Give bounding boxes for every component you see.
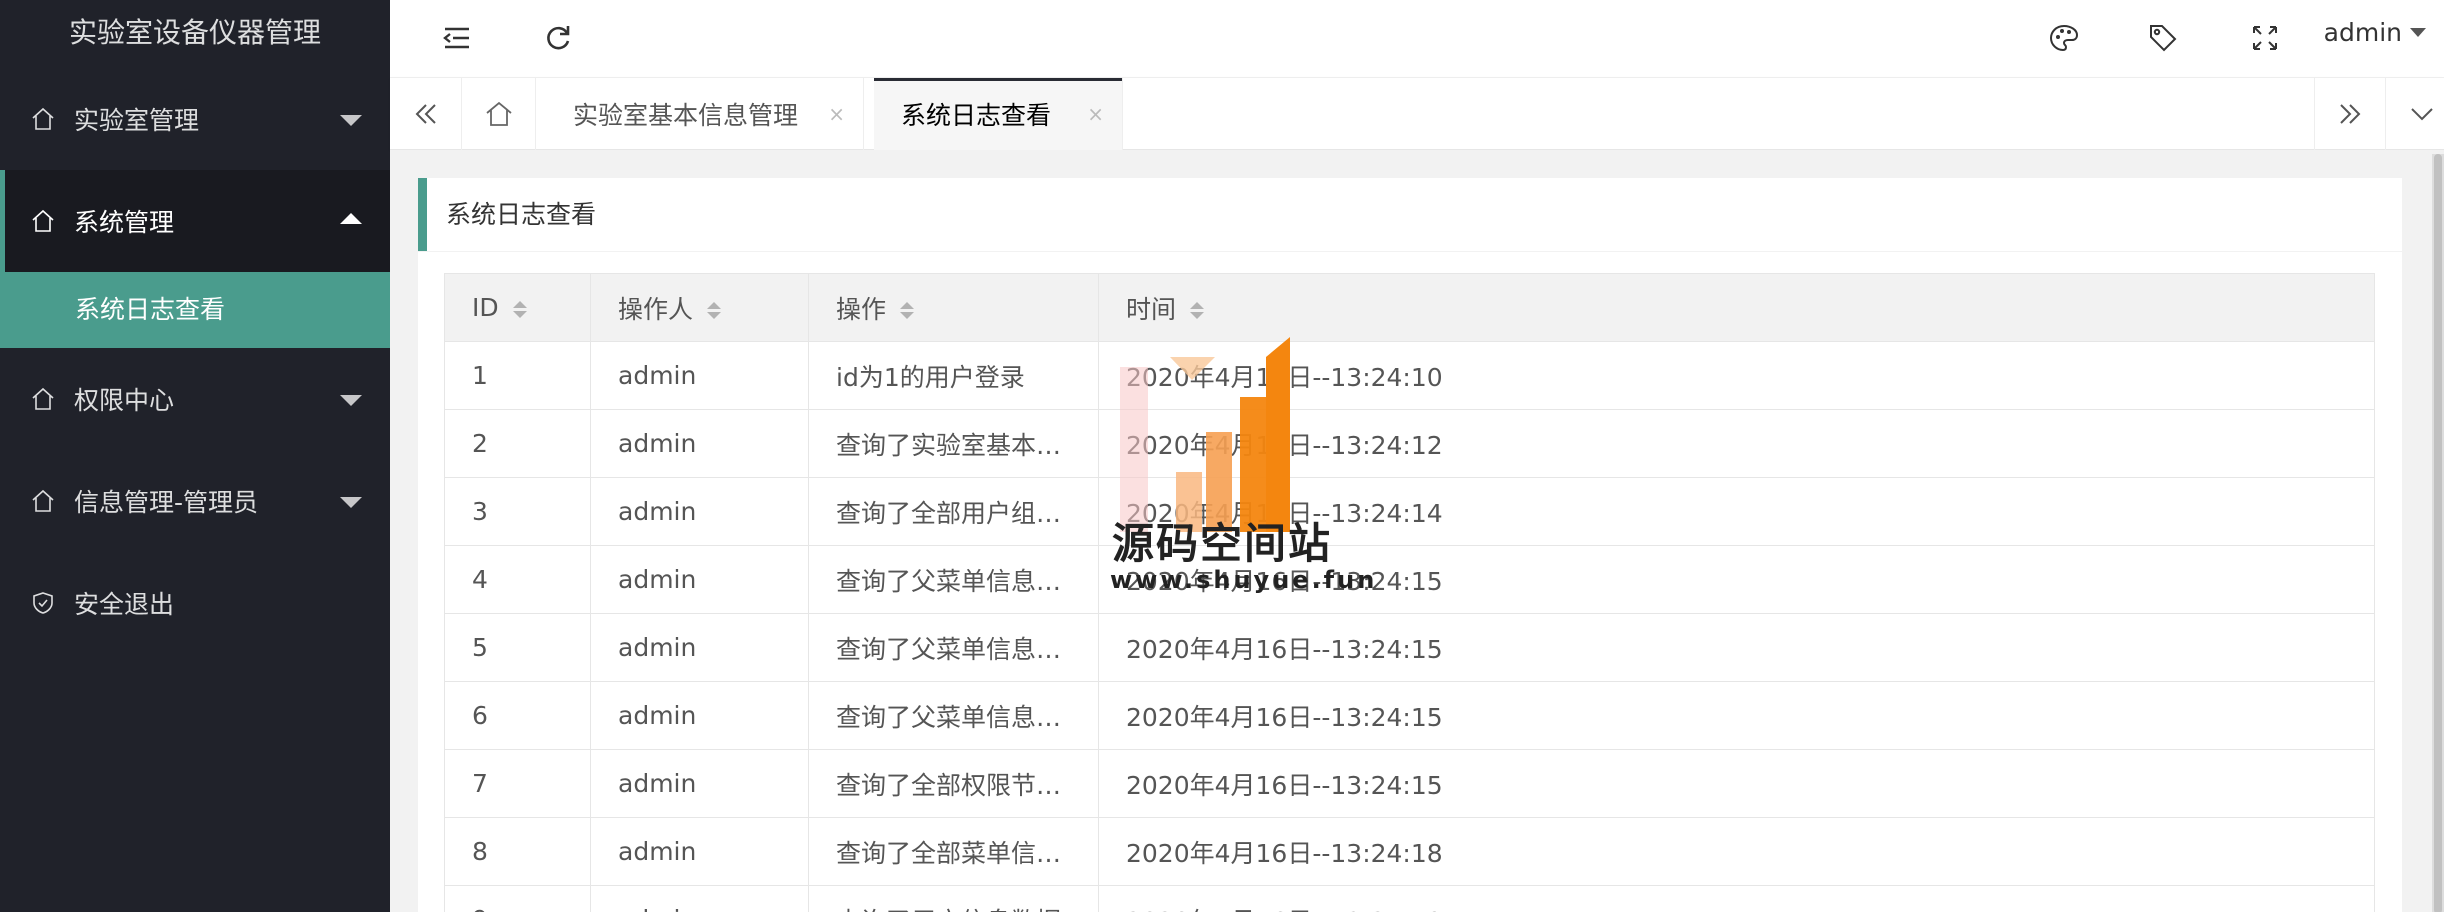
card-title: 系统日志查看 bbox=[418, 178, 2402, 252]
menu-fold-icon[interactable] bbox=[437, 18, 477, 58]
tag-icon[interactable] bbox=[2143, 18, 2183, 58]
column-header-id[interactable]: ID bbox=[444, 273, 591, 342]
table-row[interactable]: 1adminid为1的用户登录2020年4月16日--13:24:10 bbox=[444, 341, 2375, 410]
table-cell: id为1的用户登录 bbox=[808, 341, 1099, 410]
app-title: 实验室设备仪器管理 bbox=[68, 16, 321, 49]
main-content: 系统日志查看 ID 操作人 操作 时间 1adminid为1的用户登录2020年… bbox=[390, 150, 2444, 912]
table-row[interactable]: 7 admin 查询了全部权限节… 2020年4月16日--13:24:15 bbox=[444, 749, 2375, 818]
refresh-icon[interactable] bbox=[538, 18, 578, 58]
table-cell: admin bbox=[590, 409, 809, 478]
table-cell: 5 bbox=[444, 613, 591, 682]
table-cell: 7 bbox=[444, 749, 591, 818]
log-table: ID 操作人 操作 时间 1adminid为1的用户登录2020年4月16日--… bbox=[444, 273, 2375, 912]
tab-lab-info[interactable]: 实验室基本信息管理 × bbox=[546, 78, 864, 150]
table-cell: admin bbox=[590, 885, 809, 912]
sidebar-item-label: 权限中心 bbox=[74, 386, 175, 415]
table-cell: 2020年4月16日--13:24:15 bbox=[1098, 681, 2375, 750]
top-header: admin bbox=[390, 0, 2444, 78]
table-row[interactable]: 5 admin 查询了父菜单信息… 2020年4月16日--13:24:15 bbox=[444, 613, 2375, 682]
table-cell: admin bbox=[590, 341, 809, 410]
chevron-down-icon bbox=[340, 115, 362, 126]
table-cell: 查询了用户信息数据 bbox=[808, 885, 1099, 912]
table-row[interactable]: 4 admin 查询了父菜单信息… 2020年4月16日--13:24:15 bbox=[444, 545, 2375, 614]
table-cell: admin bbox=[590, 477, 809, 546]
table-cell: 查询了父菜单信息… bbox=[808, 545, 1099, 614]
table-cell: 9 bbox=[444, 885, 591, 912]
table-cell: 查询了实验室基本… bbox=[808, 409, 1099, 478]
table-cell: 1 bbox=[444, 341, 591, 410]
table-cell: 8 bbox=[444, 817, 591, 886]
table-cell: admin bbox=[590, 817, 809, 886]
table-cell: admin bbox=[590, 681, 809, 750]
tabs-scroll-left-icon[interactable] bbox=[390, 78, 462, 150]
table-cell: admin bbox=[590, 545, 809, 614]
user-menu[interactable]: admin bbox=[2324, 18, 2426, 47]
username: admin bbox=[2323, 18, 2402, 47]
table-row[interactable]: 9admin查询了用户信息数据2020年4月16日--13:24:19 bbox=[444, 885, 2375, 912]
table-cell: admin bbox=[590, 613, 809, 682]
tab-label: 实验室基本信息管理 bbox=[573, 101, 799, 130]
sidebar-item-system-management[interactable]: 系统管理 bbox=[0, 170, 390, 272]
vertical-scrollbar[interactable] bbox=[2432, 154, 2444, 912]
table-cell: 2020年4月16日--13:24:15 bbox=[1098, 749, 2375, 818]
close-icon[interactable]: × bbox=[1087, 102, 1104, 126]
table-cell: 2020年4月16日--13:24:15 bbox=[1098, 613, 2375, 682]
sidebar-subitem-system-log[interactable]: 系统日志查看 bbox=[0, 272, 390, 348]
table-cell: 2020年4月16日--13:24:18 bbox=[1098, 817, 2375, 886]
tab-system-log[interactable]: 系统日志查看 × bbox=[874, 78, 1123, 150]
tabs-dropdown-icon[interactable] bbox=[2386, 78, 2444, 150]
home-tab-icon[interactable] bbox=[462, 78, 536, 150]
close-icon[interactable]: × bbox=[828, 102, 845, 126]
theme-palette-icon[interactable] bbox=[2044, 18, 2084, 58]
home-icon bbox=[30, 106, 56, 132]
table-row[interactable]: 8 admin 查询了全部菜单信… 2020年4月16日--13:24:18 bbox=[444, 817, 2375, 886]
home-icon bbox=[30, 208, 56, 234]
table-row[interactable]: 2admin查询了实验室基本…2020年4月16日--13:24:12 bbox=[444, 409, 2375, 478]
table-row[interactable]: 6 admin 查询了父菜单信息… 2020年4月16日--13:24:15 bbox=[444, 681, 2375, 750]
sidebar: 实验室设备仪器管理 实验室管理 系统管理 系统日志查看 权限中心 信息管理-管理… bbox=[0, 0, 390, 912]
sidebar-item-permission-center[interactable]: 权限中心 bbox=[0, 348, 390, 450]
table-header-row: ID 操作人 操作 时间 bbox=[444, 273, 2375, 342]
sort-icon[interactable] bbox=[900, 302, 915, 319]
table-cell: 查询了父菜单信息… bbox=[808, 613, 1099, 682]
chevron-down-icon bbox=[340, 395, 362, 406]
sidebar-item-logout[interactable]: 安全退出 bbox=[0, 552, 390, 654]
table-cell: 3 bbox=[444, 477, 591, 546]
column-header-action[interactable]: 操作 bbox=[808, 273, 1099, 342]
sidebar-item-label: 安全退出 bbox=[74, 590, 175, 619]
table-cell: 2020年4月16日--13:24:19 bbox=[1098, 885, 2375, 912]
watermark-url: www.shuyue.fun bbox=[1110, 566, 1378, 594]
table-row[interactable]: 3admin查询了全部用户组…2020年4月16日--13:24:14 bbox=[444, 477, 2375, 546]
home-icon bbox=[30, 488, 56, 514]
tab-bar: 实验室基本信息管理 × 系统日志查看 × bbox=[390, 78, 2444, 150]
table-cell: admin bbox=[590, 749, 809, 818]
caret-down-icon bbox=[2410, 28, 2426, 37]
table-cell: 查询了全部用户组… bbox=[808, 477, 1099, 546]
log-card: 系统日志查看 ID 操作人 操作 时间 1adminid为1的用户登录2020年… bbox=[418, 178, 2402, 912]
sidebar-submenu: 系统日志查看 bbox=[0, 272, 390, 348]
table-cell: 查询了全部菜单信… bbox=[808, 817, 1099, 886]
fullscreen-icon[interactable] bbox=[2245, 18, 2285, 58]
chevron-up-icon bbox=[340, 213, 362, 224]
home-icon bbox=[30, 386, 56, 412]
sidebar-item-lab-management[interactable]: 实验室管理 bbox=[0, 68, 390, 170]
sidebar-item-label: 实验室管理 bbox=[74, 106, 200, 135]
shield-icon bbox=[30, 590, 56, 616]
sidebar-item-info-admin[interactable]: 信息管理-管理员 bbox=[0, 450, 390, 552]
sidebar-item-label: 信息管理-管理员 bbox=[74, 488, 259, 517]
watermark-text: 源码空间站 bbox=[1112, 519, 1333, 568]
table-cell: 2 bbox=[444, 409, 591, 478]
sort-icon[interactable] bbox=[512, 300, 527, 318]
tabs-scroll-right-icon[interactable] bbox=[2314, 78, 2386, 150]
chevron-down-icon bbox=[340, 497, 362, 508]
table-cell: 查询了全部权限节… bbox=[808, 749, 1099, 818]
sort-icon[interactable] bbox=[707, 302, 722, 319]
tab-label: 系统日志查看 bbox=[901, 101, 1052, 130]
table-cell: 6 bbox=[444, 681, 591, 750]
table-cell: 4 bbox=[444, 545, 591, 614]
table-cell: 查询了父菜单信息… bbox=[808, 681, 1099, 750]
scrollbar-thumb[interactable] bbox=[2434, 154, 2442, 912]
sidebar-item-label: 系统管理 bbox=[74, 208, 175, 237]
column-header-operator[interactable]: 操作人 bbox=[590, 273, 809, 342]
